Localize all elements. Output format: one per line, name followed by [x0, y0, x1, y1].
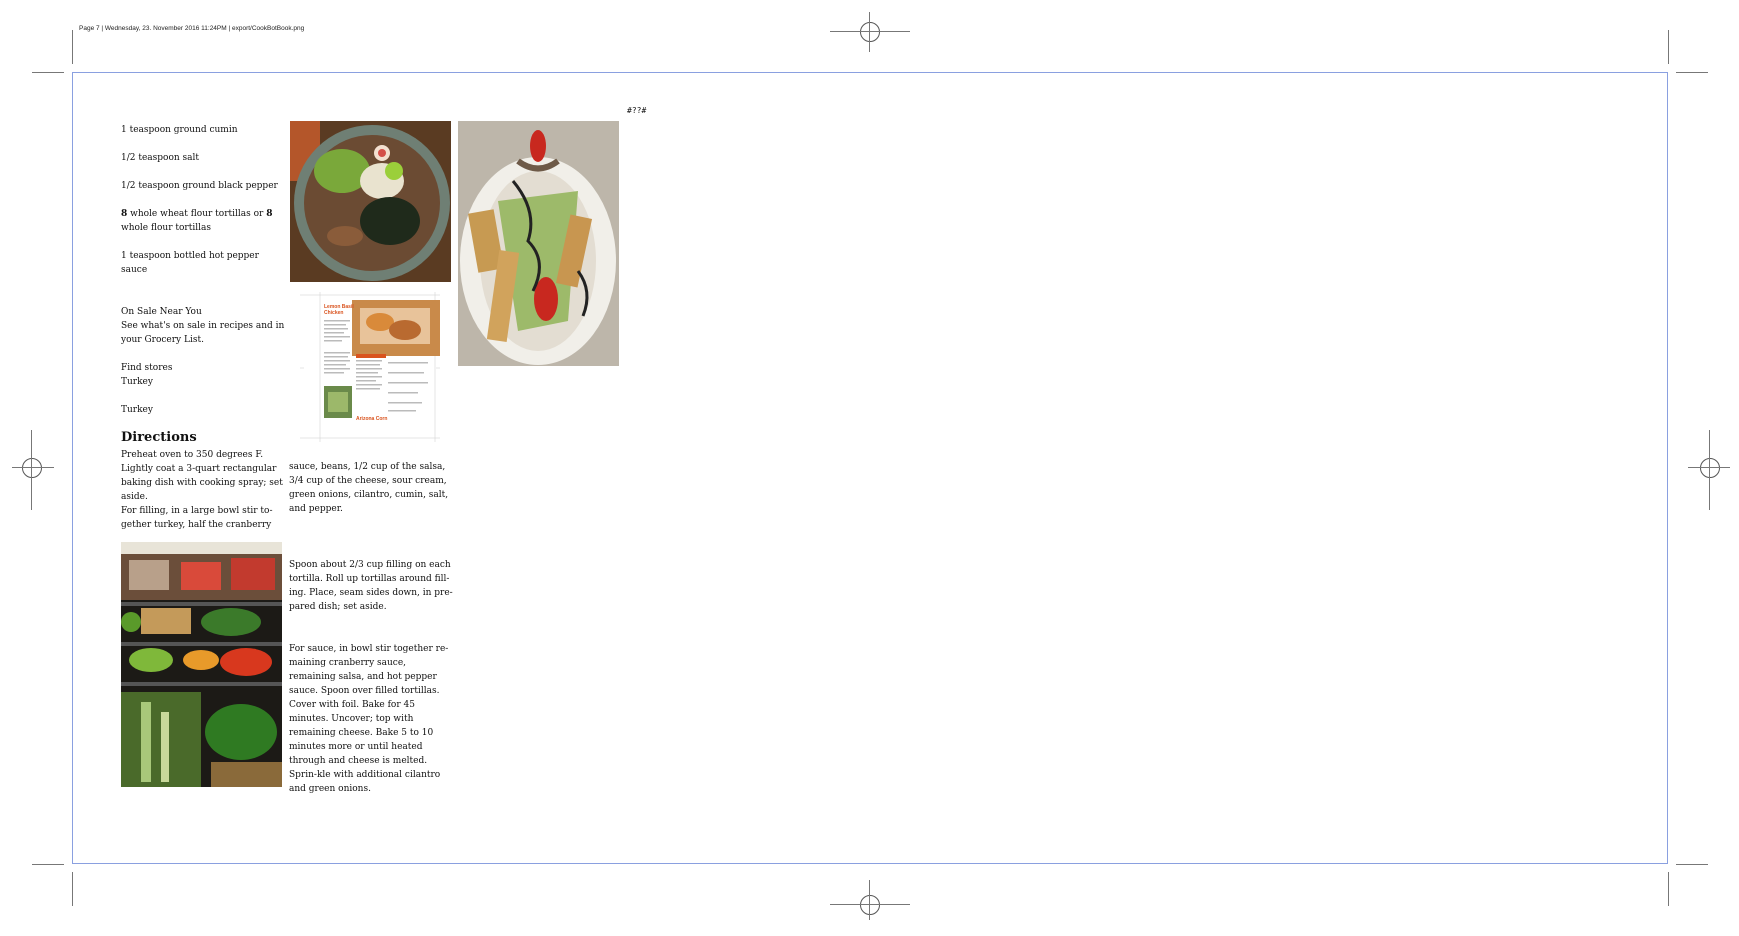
store-item: Turkey — [121, 377, 153, 387]
directions-step-1-cont: sauce, beans, 1/2 cup of the salsa, 3/4 … — [289, 460, 454, 516]
directions-heading: Directions — [121, 430, 197, 445]
quantity: 8 — [266, 209, 273, 219]
crop-line — [1709, 430, 1710, 510]
find-stores-link[interactable]: Find stores — [121, 361, 286, 375]
ingredient-item: 1 teaspoon ground cumin — [121, 125, 238, 135]
ingredient-text: whole flour tortillas — [121, 223, 211, 233]
crop-line — [32, 72, 64, 73]
cookbook-thumbnail-image: Lemon Basil Chicken Arizona Corn — [300, 292, 440, 442]
ingredient-text: whole wheat flour tortillas or — [127, 209, 267, 219]
registration-mark-left — [22, 458, 42, 478]
ingredient-item: 1/2 teaspoon ground black pepper — [121, 181, 278, 191]
registration-mark-right — [1700, 458, 1720, 478]
crop-line — [869, 12, 870, 52]
page-marker: #??# — [627, 106, 647, 115]
crop-line — [1676, 864, 1708, 865]
crop-line — [869, 880, 870, 920]
cookbook-page-thumbnail: Lemon Basil Chicken Arizona Corn — [300, 292, 440, 442]
crop-line — [830, 31, 910, 32]
crop-line — [1668, 30, 1669, 64]
registration-mark-bottom — [860, 895, 880, 915]
print-header: Page 7 | Wednesday, 23. November 2016 11… — [79, 25, 305, 32]
promo-body: See what's on sale in recipes and in you… — [121, 321, 285, 345]
directions-step-1: Preheat oven to 350 degrees F. Lightly c… — [121, 448, 283, 532]
direction-text: For sauce, in bowl stir together re-main… — [289, 644, 449, 794]
direction-text: Preheat oven to 350 degrees F. Lightly c… — [121, 450, 283, 502]
crop-line — [1676, 72, 1708, 73]
direction-text: Spoon about 2/3 cup filling on each tort… — [289, 560, 453, 612]
ingredient-list: 1 teaspoon ground cumin 1/2 teaspoon sal… — [121, 123, 286, 277]
salad-image — [458, 121, 619, 366]
ingredient-item: 1/2 teaspoon salt — [121, 153, 200, 163]
crop-line — [1668, 872, 1669, 906]
promo-title[interactable]: On Sale Near You — [121, 305, 286, 319]
crop-line — [31, 430, 32, 510]
crop-line — [830, 904, 910, 905]
directions-step-3: For sauce, in bowl stir together re-main… — [289, 642, 454, 796]
salad-photo — [458, 121, 619, 366]
ingredient-item: 1 teaspoon bottled hot pepper sauce — [121, 251, 259, 275]
direction-text: sauce, beans, 1/2 cup of the salsa, 3/4 … — [289, 462, 449, 514]
produce-image — [121, 542, 282, 787]
crop-line — [72, 872, 73, 906]
directions-step-2: Spoon about 2/3 cup filling on each tort… — [289, 558, 454, 614]
produce-photo — [121, 542, 282, 787]
registration-mark-top — [860, 22, 880, 42]
thumbnail-title: Chicken — [324, 310, 343, 316]
store-item: Turkey — [121, 405, 153, 415]
direction-text: For filling, in a large bowl stir to-get… — [121, 506, 273, 530]
crop-line — [72, 30, 73, 64]
ramen-photo — [290, 121, 451, 282]
ramen-image — [290, 121, 451, 282]
thumbnail-title: Arizona Corn — [356, 416, 387, 422]
crop-line — [32, 864, 64, 865]
crop-line — [12, 467, 54, 468]
ingredient-item: 8 whole wheat flour tortillas or 8 whole … — [121, 207, 286, 235]
promo-block: On Sale Near You See what's on sale in r… — [121, 305, 286, 417]
